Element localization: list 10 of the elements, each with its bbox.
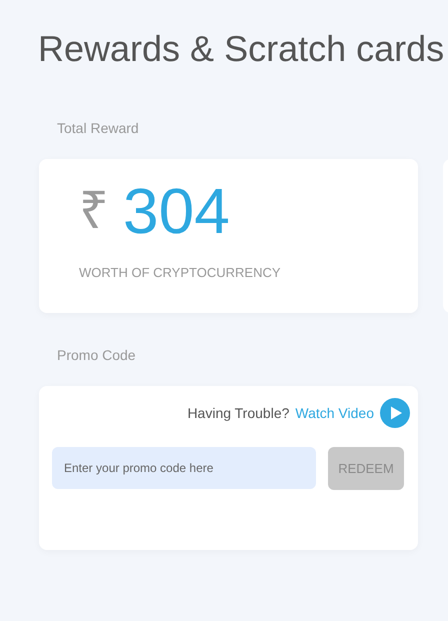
- promo-code-field[interactable]: Enter your promo code here: [52, 447, 316, 489]
- watch-video-link[interactable]: Watch Video: [295, 402, 374, 424]
- help-text: Having Trouble?: [187, 404, 290, 423]
- reward-amount: 304: [123, 179, 230, 243]
- section-label: Promo Code: [57, 346, 136, 365]
- reward-caption: WORTH OF CRYPTOCURRENCY: [79, 264, 281, 282]
- section-label: Total Reward: [57, 119, 139, 138]
- play-icon[interactable]: [380, 398, 410, 428]
- page-title: Rewards & Scratch cards: [38, 27, 444, 71]
- currency-symbol: ₹: [79, 185, 109, 237]
